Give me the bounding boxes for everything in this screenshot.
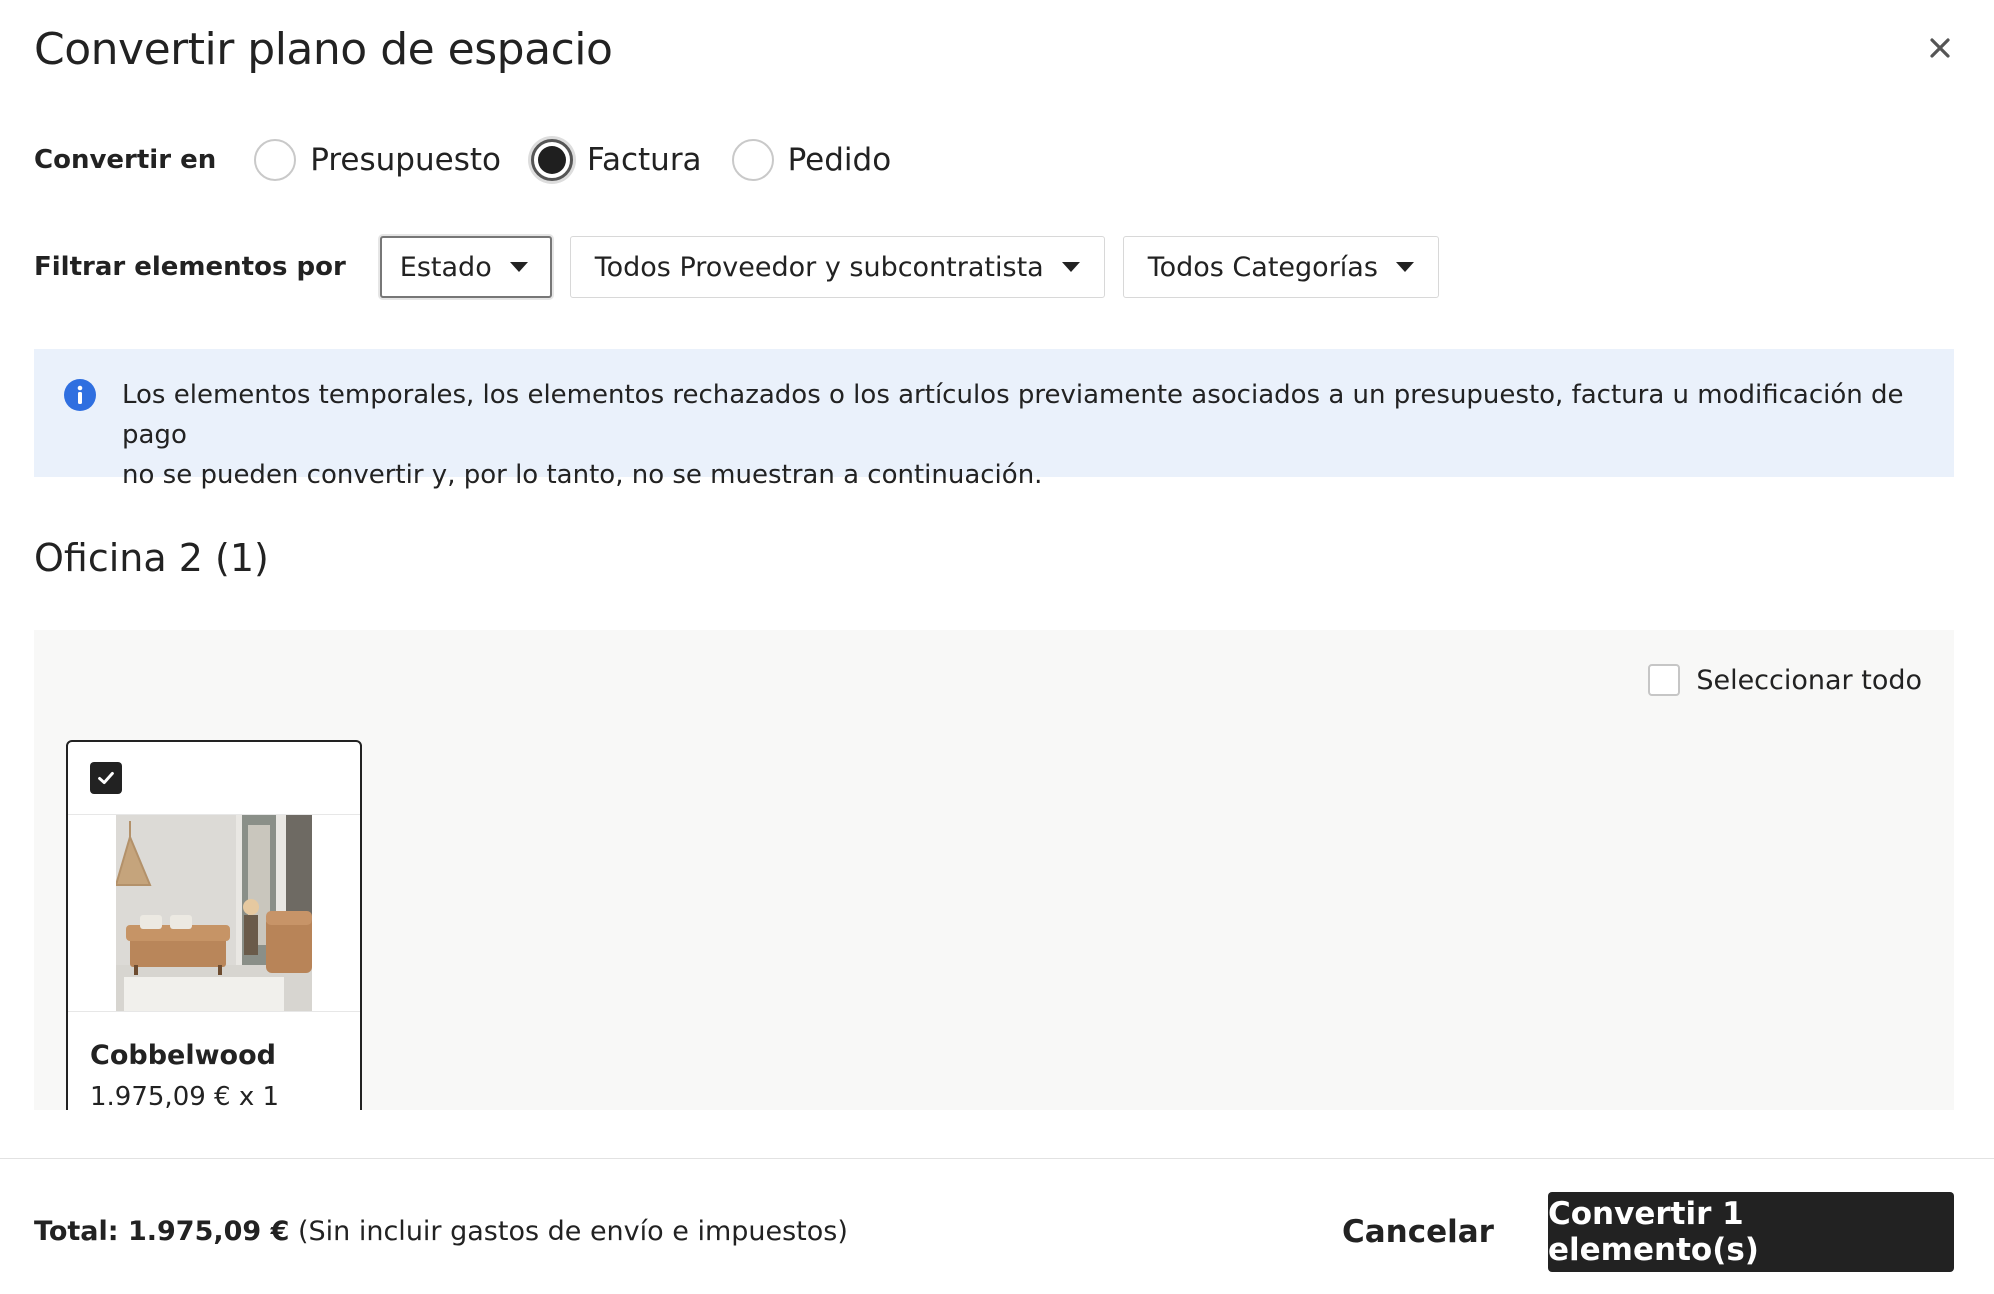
total-note: (Sin incluir gastos de envío e impuestos…: [297, 1216, 848, 1247]
item-price: 1.975,09 € x 1: [90, 1082, 280, 1110]
close-button[interactable]: [1922, 30, 1958, 66]
footer-total: Total: 1.975,09 € (Sin incluir gastos de…: [34, 1216, 848, 1247]
total-amount: Total: 1.975,09 €: [34, 1216, 290, 1247]
category-filter-select[interactable]: Todos Categorías: [1122, 236, 1439, 298]
convert-floorplan-dialog: Convertir plano de espacio Convertir en …: [0, 0, 1994, 1294]
cancel-button[interactable]: Cancelar: [1334, 1192, 1502, 1272]
vendor-filter-value: Todos Proveedor y subcontratista: [594, 251, 1044, 283]
radio-presupuesto[interactable]: [254, 139, 297, 181]
info-text-line-1: Los elementos temporales, los elementos …: [122, 380, 1904, 450]
caret-down-icon: [1395, 262, 1414, 272]
radio-option-pedido[interactable]: Pedido: [731, 139, 892, 181]
caret-down-icon: [509, 262, 528, 272]
item-card[interactable]: Cobbelwood 1.975,09 € x 1: [66, 740, 362, 1110]
dialog-title: Convertir plano de espacio: [34, 24, 613, 75]
radio-option-factura[interactable]: Factura: [530, 139, 702, 181]
select-all-checkbox[interactable]: [1648, 664, 1681, 696]
convert-to-label: Convertir en: [34, 145, 217, 175]
info-text: Los elementos temporales, los elementos …: [122, 375, 1918, 495]
category-filter-value: Todos Categorías: [1147, 251, 1378, 283]
radio-label-pedido: Pedido: [787, 142, 892, 178]
item-name: Cobbelwood: [90, 1040, 276, 1071]
select-all-control[interactable]: Seleccionar todo: [1648, 664, 1922, 696]
filter-label: Filtrar elementos por: [34, 252, 346, 282]
convert-button[interactable]: Convertir 1 elemento(s): [1548, 1192, 1954, 1272]
info-text-line-2: no se pueden convertir y, por lo tanto, …: [122, 460, 1043, 490]
section-title: Oficina 2 (1): [34, 536, 269, 580]
sofa-room-image: [116, 815, 312, 1011]
close-icon: [1930, 38, 1950, 58]
convert-to-row: Convertir en Presupuesto Factura Pedido: [34, 132, 921, 188]
status-filter-value: Estado: [399, 251, 492, 283]
filter-row: Filtrar elementos por Estado Todos Prove…: [34, 236, 1457, 298]
radio-label-factura: Factura: [586, 142, 702, 178]
info-banner: Los elementos temporales, los elementos …: [34, 349, 1954, 490]
footer-divider: [0, 1158, 1994, 1159]
select-all-label: Seleccionar todo: [1696, 664, 1922, 696]
status-filter-select[interactable]: Estado: [379, 236, 552, 298]
radio-label-presupuesto: Presupuesto: [310, 142, 501, 178]
item-checkbox[interactable]: [90, 762, 122, 794]
radio-option-presupuesto[interactable]: Presupuesto: [254, 139, 501, 181]
checkmark-icon: [98, 771, 114, 785]
info-icon: [64, 379, 96, 411]
caret-down-icon: [1061, 262, 1080, 272]
radio-pedido[interactable]: [731, 139, 774, 181]
vendor-filter-select[interactable]: Todos Proveedor y subcontratista: [569, 236, 1105, 298]
item-image-frame: [68, 814, 360, 1012]
items-panel: Seleccionar todo Cobbelwood 1.975,09 € x…: [34, 630, 1954, 1110]
radio-factura[interactable]: [530, 139, 573, 181]
